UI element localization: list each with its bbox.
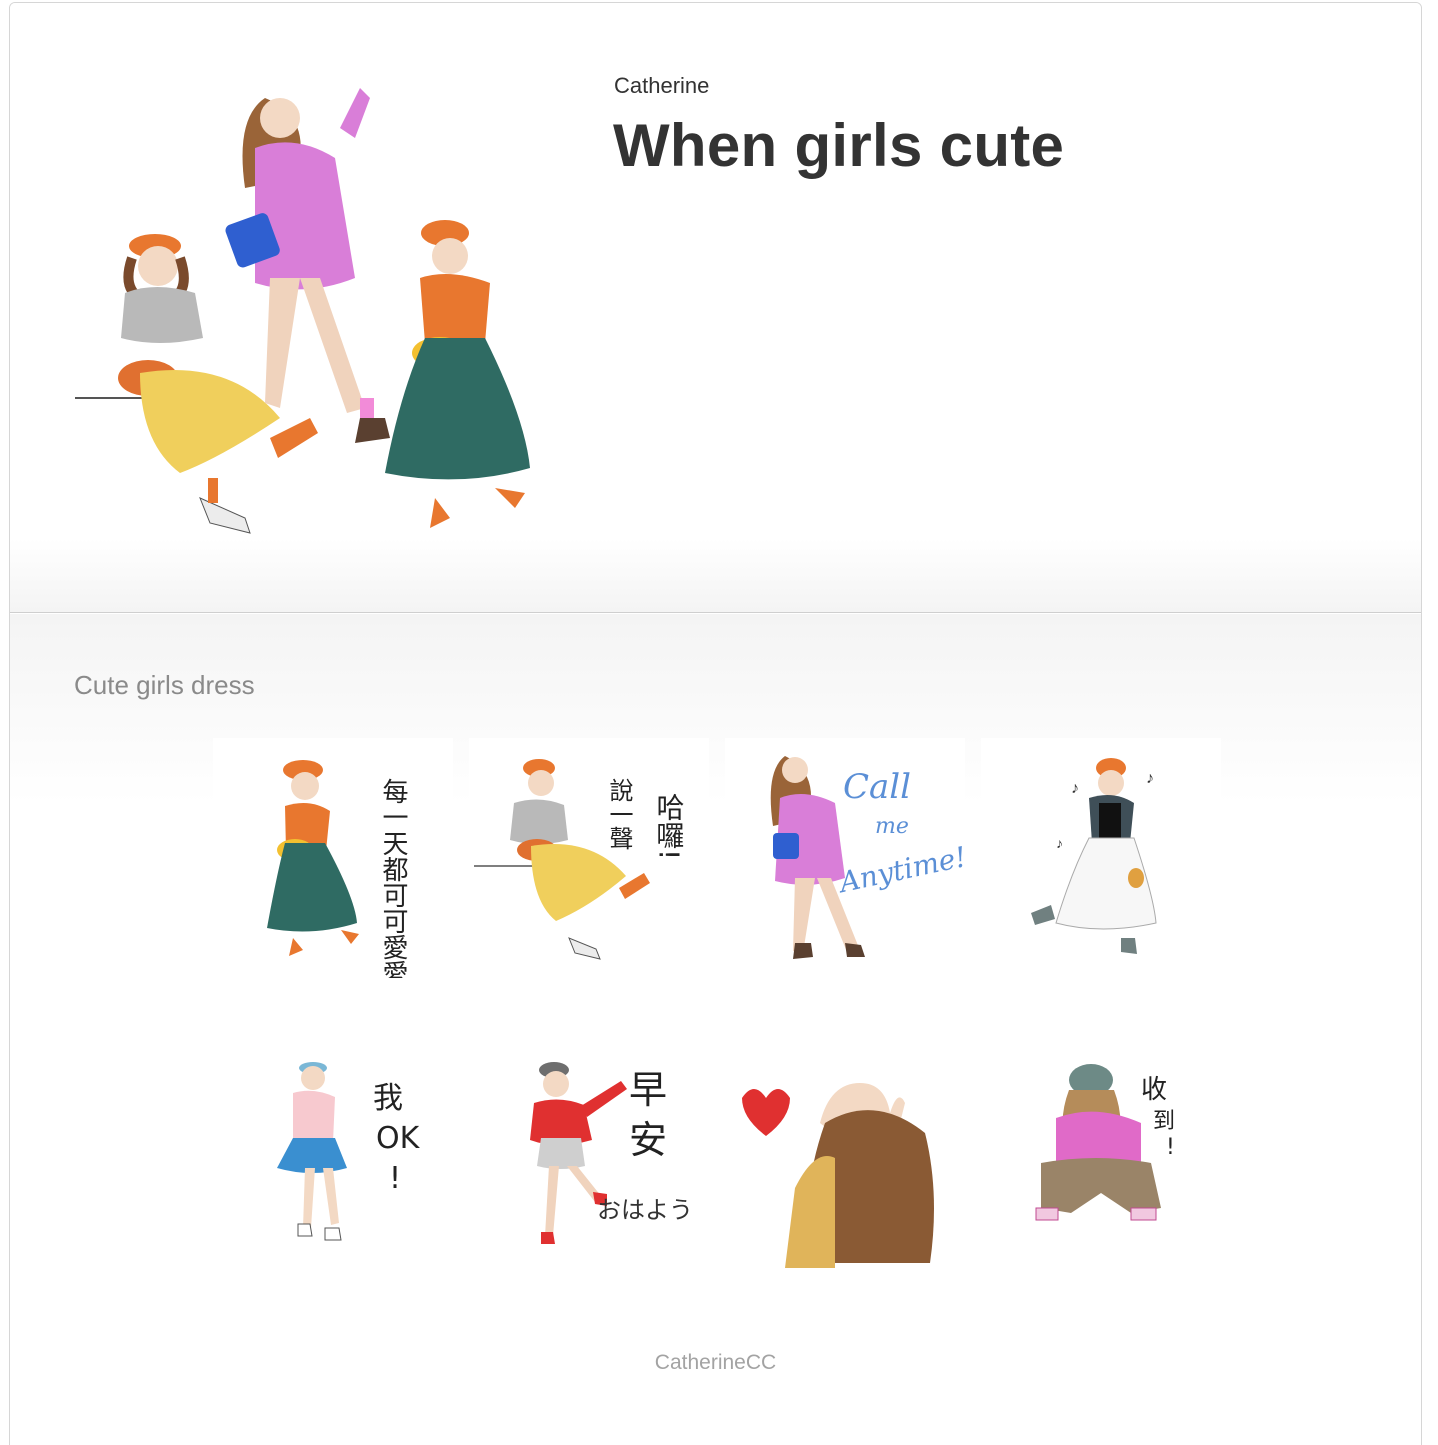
svg-text:Call: Call bbox=[843, 767, 911, 807]
sticker-item[interactable]: 收 到 ! bbox=[981, 1028, 1221, 1268]
sticker-item[interactable]: Call me Anytime! bbox=[725, 738, 965, 978]
sticker-item[interactable]: 早 安 おはよう bbox=[469, 1028, 709, 1268]
svg-text:♪: ♪ bbox=[1056, 835, 1063, 851]
svg-text:!: ! bbox=[1166, 1135, 1175, 1160]
svg-text:♪: ♪ bbox=[1071, 780, 1079, 797]
svg-text:每一天都可可愛愛: 每一天都可可愛愛 bbox=[378, 778, 408, 978]
product-header: Catherine When girls cute bbox=[10, 3, 1421, 613]
svg-text:おはよう: おはよう bbox=[597, 1196, 693, 1224]
svg-text:OK: OK bbox=[376, 1121, 421, 1156]
copyright-text: CatherineCC bbox=[654, 1351, 777, 1374]
svg-text:早: 早 bbox=[629, 1068, 667, 1112]
svg-text:哈囉!: 哈囉! bbox=[653, 793, 686, 861]
sticker-item[interactable] bbox=[725, 1028, 965, 1268]
svg-text:!: ! bbox=[389, 1161, 401, 1196]
sticker-item[interactable]: 說一聲 哈囉! bbox=[469, 738, 709, 978]
sticker-item[interactable]: ♪ ♪ ♪ bbox=[981, 738, 1221, 978]
sticker-item[interactable]: 我 OK ! bbox=[213, 1028, 453, 1268]
product-description: Cute girls dress bbox=[74, 670, 255, 700]
author-name[interactable]: Catherine bbox=[614, 73, 709, 99]
product-title: When girls cute bbox=[613, 112, 1065, 179]
svg-text:♪: ♪ bbox=[1146, 770, 1154, 787]
sticker-product-card: Catherine When girls cute Cute girls dre… bbox=[9, 2, 1422, 1445]
svg-text:Anytime!: Anytime! bbox=[834, 840, 965, 900]
svg-text:收: 收 bbox=[1141, 1075, 1167, 1105]
svg-text:我: 我 bbox=[373, 1081, 403, 1116]
product-details: Cute girls dress 每一天都可可愛愛 說一聲 哈囉! Call m… bbox=[10, 614, 1421, 1445]
svg-text:安: 安 bbox=[629, 1118, 667, 1162]
svg-text:me: me bbox=[875, 814, 909, 839]
svg-text:到: 到 bbox=[1153, 1109, 1175, 1134]
main-sticker-image bbox=[70, 78, 540, 548]
svg-text:說一聲: 說一聲 bbox=[605, 778, 633, 850]
sticker-item[interactable]: 每一天都可可愛愛 bbox=[213, 738, 453, 978]
